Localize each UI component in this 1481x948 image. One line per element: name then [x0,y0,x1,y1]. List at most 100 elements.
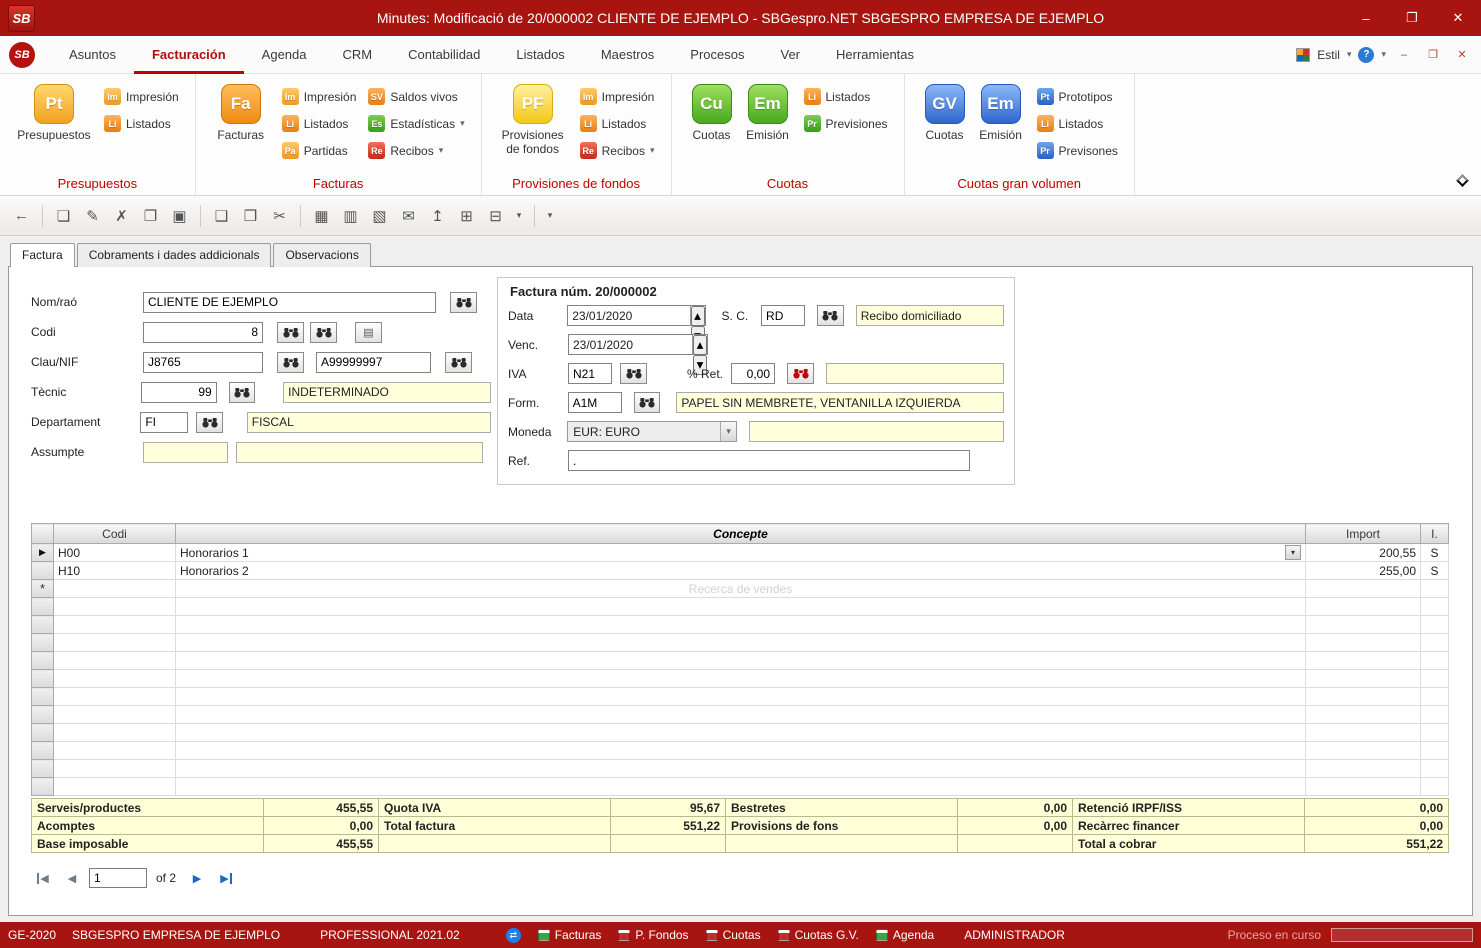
menu-tab-procesos[interactable]: Procesos [672,36,762,74]
cuotas-previsiones-button[interactable]: Pr Previsiones [804,115,888,132]
data-datefield[interactable]: 23/01/2020 ▴ ▾ [567,305,705,326]
cell-import[interactable]: 255,00 [1306,562,1421,580]
send-up-button[interactable]: ↥ [424,202,451,229]
column-header-import[interactable]: Import [1306,524,1421,544]
presupuestos-listados-button[interactable]: Li Listados [104,115,179,132]
nom-input[interactable] [143,292,436,313]
toolbar-overflow-button[interactable]: ▾ [542,202,558,229]
mdi-minimize-button[interactable]: – [1393,44,1415,66]
email-button[interactable]: ✉ [395,202,422,229]
view-caret-button[interactable]: ▾ [511,202,527,229]
status-module-p-fondos[interactable]: P. Fondos [618,928,688,942]
print-button[interactable]: ▦ [308,202,335,229]
column-header-codi[interactable]: Codi [54,524,176,544]
cuotas-emision-button[interactable]: Em Emisión [740,84,796,143]
column-header-i[interactable]: I. [1421,524,1449,544]
cell-codi[interactable]: H00 [54,544,176,562]
cell-concepte[interactable]: Honorarios 1 ▾ [176,544,1306,562]
print-export-button[interactable]: ▥ [337,202,364,229]
codi-lookup-button[interactable] [277,322,304,343]
provisiones-recibos-button[interactable]: Re Recibos ▾ [580,142,655,159]
nif-input[interactable] [316,352,431,373]
codi-lookup2-button[interactable] [310,322,337,343]
column-header-concepte[interactable]: Concepte [176,524,1306,544]
cuotas-listados-button[interactable]: Li Listados [804,88,888,105]
saldos-vivos-button[interactable]: SV Saldos vivos [368,88,464,105]
menu-tab-contabilidad[interactable]: Contabilidad [390,36,498,74]
form-lookup-button[interactable] [634,392,661,413]
menu-tab-asuntos[interactable]: Asuntos [51,36,134,74]
departament-lookup-button[interactable] [196,412,222,433]
help-icon[interactable]: ? [1358,47,1374,63]
next-record-button[interactable]: ▶ [185,868,209,888]
print-preview-button[interactable]: ▧ [366,202,393,229]
tecnic-lookup-button[interactable] [229,382,255,403]
nom-lookup-button[interactable] [450,292,477,313]
cell-concepte[interactable]: Honorarios 2 [176,562,1306,580]
teamviewer-icon[interactable]: ⇄ [506,928,521,943]
estadisticas-button[interactable]: Es Estadísticas ▾ [368,115,464,132]
maximize-button[interactable]: ❐ [1389,0,1435,36]
help-caret-icon[interactable]: ▾ [1381,50,1386,59]
ribbon-collapse-chevron-icon[interactable] [1456,174,1469,187]
tecnic-input[interactable] [141,382,217,403]
new-row[interactable]: * Recerca de vendes [32,580,1449,598]
menu-tab-maestros[interactable]: Maestros [583,36,672,74]
clau-input[interactable] [143,352,263,373]
cell-codi[interactable] [54,580,176,598]
client-card-button[interactable]: ▤ [355,322,382,343]
provisiones-button[interactable]: PF Provisiones de fondos [494,84,572,157]
cell-i[interactable]: S [1421,544,1449,562]
status-module-facturas[interactable]: Facturas [538,928,602,942]
nif-lookup-button[interactable] [445,352,472,373]
cut-button[interactable]: ✂ [266,202,293,229]
save-button[interactable]: ▣ [166,202,193,229]
sc-input[interactable] [761,305,805,326]
copy-button[interactable]: ❑ [208,202,235,229]
spinner-up-icon[interactable]: ▴ [693,335,707,355]
back-button[interactable]: ← [8,202,35,229]
status-module-agenda[interactable]: Agenda [876,928,934,942]
menu-tab-agenda[interactable]: Agenda [244,36,325,74]
ref-input[interactable] [568,450,970,471]
clau-lookup-button[interactable] [277,352,304,373]
gv-listados-button[interactable]: Li Listados [1037,115,1118,132]
cell-i[interactable] [1421,580,1449,598]
close-button[interactable]: ✕ [1435,0,1481,36]
tab-cobraments[interactable]: Cobraments i dades addicionals [77,243,272,267]
venc-datefield[interactable]: 23/01/2020 ▴ ▾ [568,334,708,355]
concepte-dropdown-button[interactable]: ▾ [1285,545,1301,560]
edit-button[interactable]: ✎ [79,202,106,229]
provisiones-impresion-button[interactable]: Im Impresión [580,88,655,105]
ret-input[interactable] [731,363,775,384]
menu-tab-listados[interactable]: Listados [498,36,582,74]
mdi-close-button[interactable]: ✕ [1451,44,1473,66]
estil-caret-icon[interactable]: ▾ [1347,50,1352,59]
tab-observacions[interactable]: Observacions [273,243,370,267]
moneda-combobox[interactable]: EUR: EURO ▾ [567,421,737,442]
gv-previsones-button[interactable]: Pr Previsones [1037,142,1118,159]
delete-button[interactable]: ✗ [108,202,135,229]
prototipos-button[interactable]: Pt Prototipos [1037,88,1118,105]
estil-label[interactable]: Estil [1317,48,1340,62]
cuotas-button[interactable]: Cu Cuotas [684,84,740,143]
status-module-cuotas-gv[interactable]: Cuotas G.V. [778,928,859,942]
presupuestos-impresion-button[interactable]: Im Impresión [104,88,179,105]
app-menu-logo[interactable]: SB [9,42,35,68]
menu-tab-crm[interactable]: CRM [325,36,391,74]
iva-input[interactable] [568,363,612,384]
cell-import[interactable] [1306,580,1421,598]
facturas-partidas-button[interactable]: Pa Partidas [282,142,357,159]
menu-tab-herramientas[interactable]: Herramientas [818,36,932,74]
spinner-up-icon[interactable]: ▴ [691,306,705,326]
sc-lookup-button[interactable] [817,305,844,326]
new-record-button[interactable]: ❏ [50,202,77,229]
cell-codi[interactable]: H10 [54,562,176,580]
iva-lookup-button[interactable] [620,363,647,384]
row-selector[interactable] [32,562,54,580]
window-new-button[interactable]: ⊟ [482,202,509,229]
provisiones-listados-button[interactable]: Li Listados [580,115,655,132]
gv-cuotas-button[interactable]: GV Cuotas [917,84,973,143]
facturas-button[interactable]: Fa Facturas [208,84,274,143]
last-record-button[interactable]: ▶ [214,868,238,888]
